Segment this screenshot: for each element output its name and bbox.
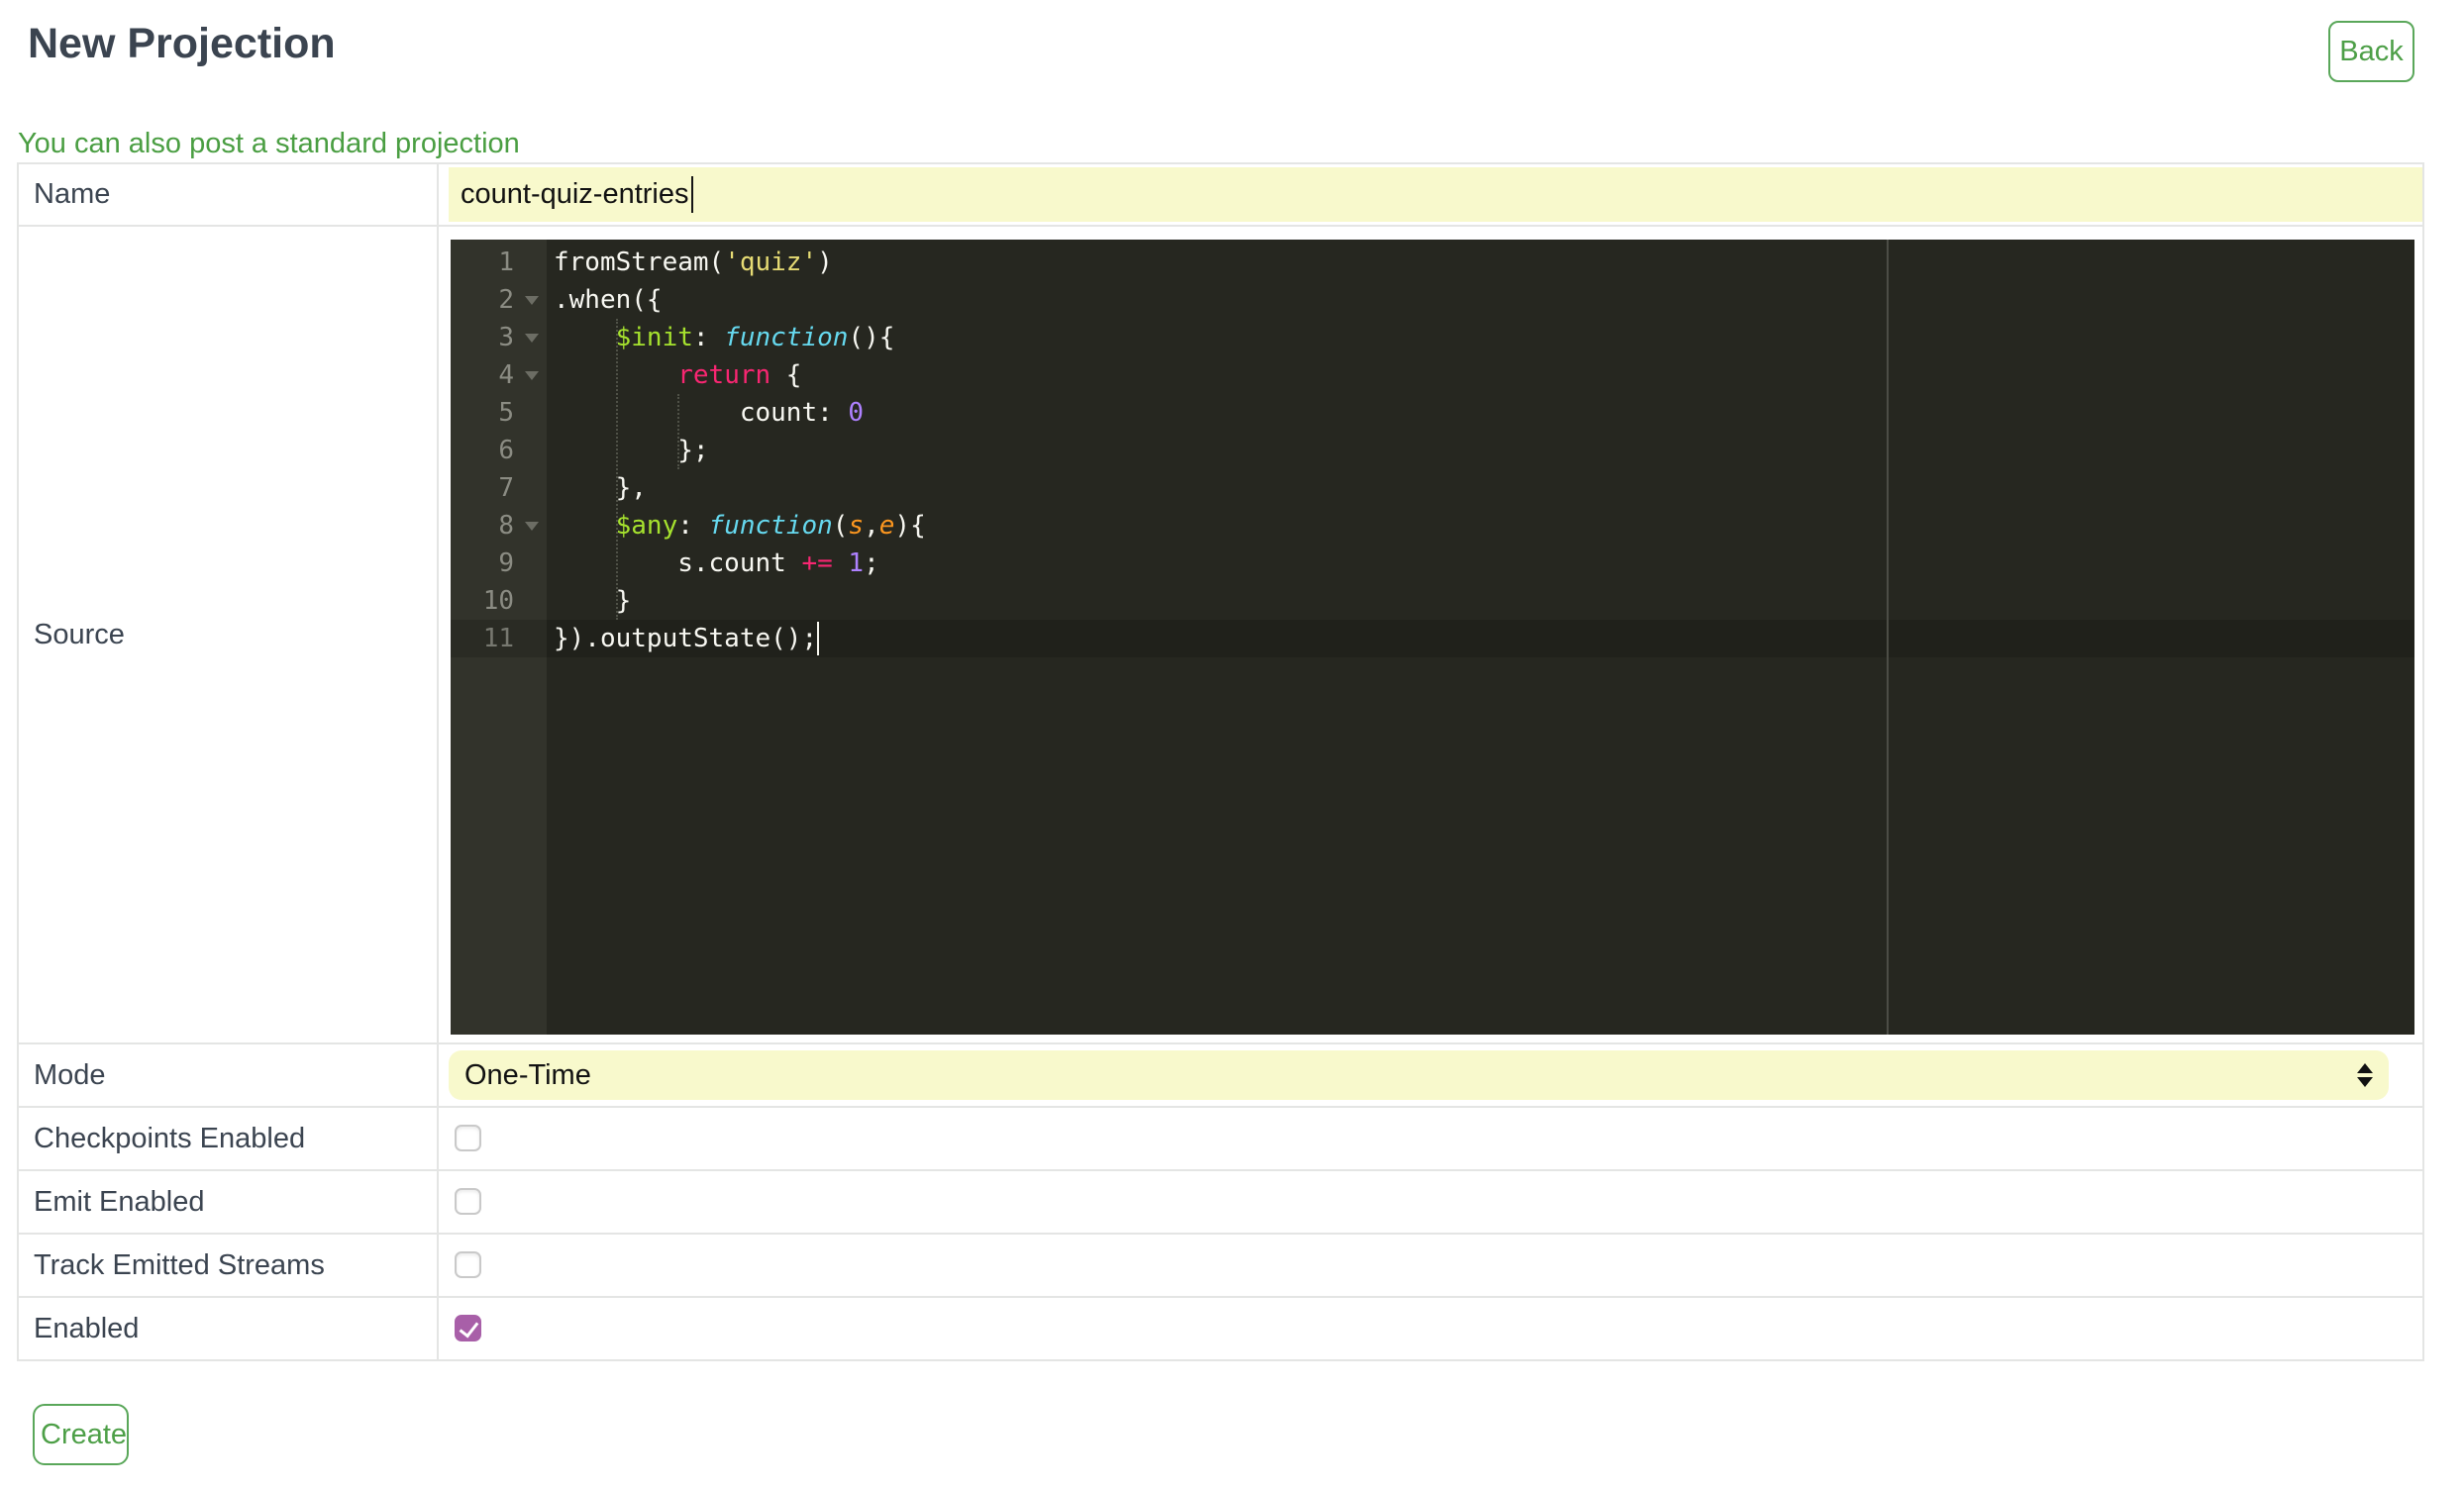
line-number: 4 [451, 356, 547, 394]
fold-marker-icon[interactable] [525, 334, 539, 343]
code-line[interactable]: }, [554, 469, 926, 507]
enabled-cell [439, 1298, 2422, 1359]
fold-marker-icon[interactable] [525, 371, 539, 380]
source-label: Source [19, 227, 439, 1042]
page-title: New Projection [28, 20, 336, 68]
name-input[interactable]: count-quiz-entries [449, 167, 2422, 222]
form-row-checkpoints-enabled: Checkpoints Enabled [19, 1108, 2422, 1171]
new-projection-page: New Projection Back You can also post a … [0, 0, 2464, 1489]
code-line[interactable]: $init: function(){ [554, 319, 926, 356]
code-line[interactable]: .when({ [554, 281, 926, 319]
mode-label: Mode [19, 1044, 439, 1106]
form-row-track-emitted-streams: Track Emitted Streams [19, 1235, 2422, 1298]
form-row-name: Name count-quiz-entries [19, 164, 2422, 227]
editor-text-cursor [817, 622, 819, 655]
line-number: 3 [451, 319, 547, 356]
line-number: 7 [451, 469, 547, 507]
checkpoints-enabled-checkbox[interactable] [455, 1125, 481, 1151]
name-value-cell: count-quiz-entries [439, 164, 2422, 225]
track-emitted-streams-cell [439, 1235, 2422, 1296]
code-line[interactable]: }).outputState(); [554, 620, 926, 657]
name-label: Name [19, 164, 439, 225]
emit-enabled-cell [439, 1171, 2422, 1233]
code-line[interactable]: fromStream('quiz') [554, 244, 926, 281]
standard-projection-link[interactable]: You can also post a standard projection [18, 128, 520, 160]
line-number: 2 [451, 281, 547, 319]
create-button[interactable]: Create [33, 1404, 129, 1465]
code-line[interactable]: return { [554, 356, 926, 394]
code-line[interactable]: } [554, 582, 926, 620]
enabled-label: Enabled [19, 1298, 439, 1359]
name-input-value: count-quiz-entries [461, 178, 689, 211]
mode-value-cell: One-Time [439, 1044, 2422, 1106]
line-number: 9 [451, 545, 547, 582]
form-row-mode: Mode One-Time [19, 1044, 2422, 1108]
line-number: 8 [451, 507, 547, 545]
track-emitted-streams-label: Track Emitted Streams [19, 1235, 439, 1296]
track-emitted-streams-checkbox[interactable] [455, 1251, 481, 1278]
emit-enabled-label: Emit Enabled [19, 1171, 439, 1233]
form-row-emit-enabled: Emit Enabled [19, 1171, 2422, 1235]
mode-select-value: One-Time [464, 1059, 591, 1092]
code-editor[interactable]: 1234567891011 fromStream('quiz').when({ … [451, 240, 2414, 1035]
select-arrows-icon [2357, 1063, 2373, 1087]
back-button[interactable]: Back [2328, 21, 2414, 82]
fold-marker-icon[interactable] [525, 296, 539, 305]
line-number: 6 [451, 432, 547, 469]
mode-select[interactable]: One-Time [449, 1050, 2389, 1100]
emit-enabled-checkbox[interactable] [455, 1188, 481, 1215]
checkmark-icon [460, 1318, 479, 1339]
code-line[interactable]: $any: function(s,e){ [554, 507, 926, 545]
form-row-enabled: Enabled [19, 1298, 2422, 1359]
source-value-cell: 1234567891011 fromStream('quiz').when({ … [439, 227, 2422, 1042]
fold-marker-icon[interactable] [525, 522, 539, 531]
checkpoints-enabled-cell [439, 1108, 2422, 1169]
code-line[interactable]: s.count += 1; [554, 545, 926, 582]
checkpoints-enabled-label: Checkpoints Enabled [19, 1108, 439, 1169]
line-number: 5 [451, 394, 547, 432]
enabled-checkbox[interactable] [455, 1315, 481, 1341]
print-margin-line [1887, 240, 1889, 1035]
code-line[interactable]: }; [554, 432, 926, 469]
line-number: 10 [451, 582, 547, 620]
line-number: 1 [451, 244, 547, 281]
code-line[interactable]: count: 0 [554, 394, 926, 432]
form-row-source: Source 1234567891011 fromStream('quiz').… [19, 227, 2422, 1044]
name-text-cursor [691, 176, 693, 213]
editor-code[interactable]: fromStream('quiz').when({ $init: functio… [554, 244, 926, 657]
projection-form: Name count-quiz-entries Source 123456789… [17, 162, 2424, 1361]
